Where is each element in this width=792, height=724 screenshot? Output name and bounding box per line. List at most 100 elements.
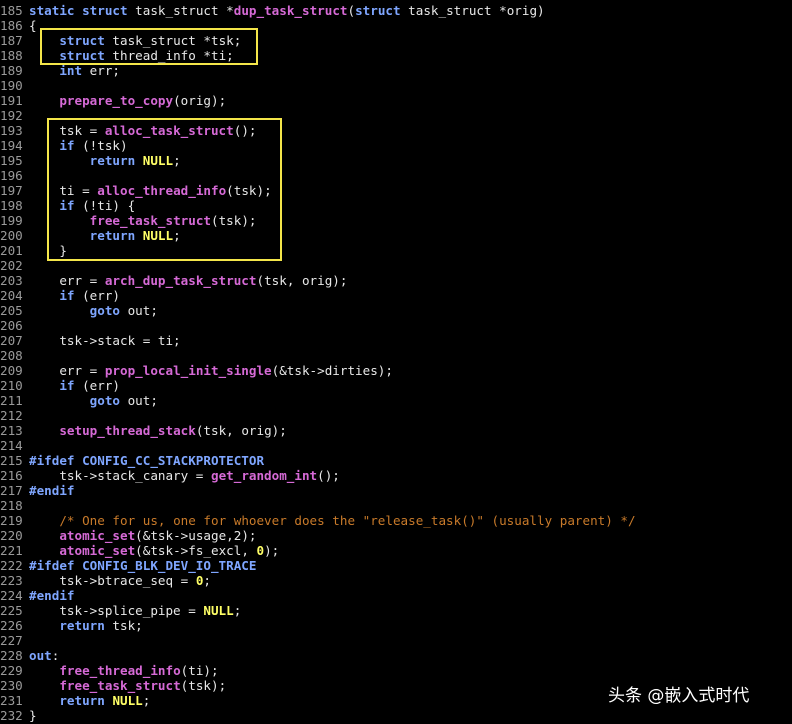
code-token: return [59,618,105,633]
code-token: { [29,18,37,33]
code-line: 207 tsk->stack = ti; [0,333,636,348]
line-number: 191 [0,93,23,108]
code-line: 225 tsk->splice_pipe = NULL; [0,603,636,618]
line-number: 201 [0,243,23,258]
code-editor[interactable]: 185 static struct task_struct *dup_task_s… [0,3,636,723]
line-number: 196 [0,168,23,183]
line-number: 230 [0,678,23,693]
code-line: 232} [0,708,636,723]
code-token: NULL [112,693,143,708]
code-token: #endif [29,588,75,603]
line-number: 199 [0,213,23,228]
code-token: (&tsk->fs_excl, [135,543,257,558]
code-line: 213 setup_thread_stack(tsk, orig); [0,423,636,438]
line-number: 221 [0,543,23,558]
code-token: prop_local_init_single [104,363,272,378]
code-line: 228 out: [0,648,636,663]
line-number: 202 [0,258,23,273]
line-number: 203 [0,273,23,288]
code-token: setup_thread_stack [59,423,196,438]
code-line: 190 [0,78,636,93]
line-number: 204 [0,288,23,303]
line-number: 205 [0,303,23,318]
code-token: tsk->btrace_seq = [29,573,196,588]
code-line: 221 atomic_set(&tsk->fs_excl, 0); [0,543,636,558]
line-number: 215 [0,453,23,468]
line-number: 225 [0,603,23,618]
line-number: 208 [0,348,23,363]
code-token: struct [82,3,128,18]
code-token: tsk->stack = ti; [29,333,181,348]
code-token: static [29,3,75,18]
code-token: tsk; [104,618,143,633]
code-token: err; [82,63,121,78]
line-number: 188 [0,48,23,63]
code-line: 231 return NULL; [0,693,636,708]
code-line: 206 [0,318,636,333]
line-number: 189 [0,63,23,78]
code-line: 208 [0,348,636,363]
line-number: 197 [0,183,23,198]
code-line: 191 prepare_to_copy(orig); [0,93,636,108]
code-token: ; [203,573,211,588]
code-line: 224 #endif [0,588,636,603]
code-token: out; [120,303,158,318]
code-token: get_random_int [210,468,318,483]
code-line: 212 [0,408,636,423]
code-token: return [59,693,105,708]
code-line: 220 atomic_set(&tsk->usage,2); [0,528,636,543]
line-number: 194 [0,138,23,153]
line-number: 232 [0,708,23,723]
code-token: ); [264,543,280,558]
code-token: /* One for us, one for whoever does the … [59,513,636,528]
highlight-box-allocation [47,118,282,261]
code-token: tsk->splice_pipe = [29,603,204,618]
code-token: out [29,648,52,663]
code-token: (tsk); [180,678,227,693]
code-token: task_struct * [127,3,234,18]
line-number: 210 [0,378,23,393]
line-number: 227 [0,633,23,648]
code-token: tsk->stack_canary = [29,468,211,483]
code-line: 215 #ifdef CONFIG_CC_STACKPROTECTOR [0,453,636,468]
code-line: 209 err = prop_local_init_single(&tsk->d… [0,363,636,378]
line-number: 228 [0,648,23,663]
line-number: 190 [0,78,23,93]
line-number: 206 [0,318,23,333]
code-token: 0 [256,543,265,558]
code-line: 205 goto out; [0,303,636,318]
line-number: 224 [0,588,23,603]
code-token: (tsk, orig); [256,273,348,288]
code-token: goto [89,393,121,408]
line-number: 222 [0,558,23,573]
code-token: free_thread_info [59,663,181,678]
code-token: : [51,648,60,663]
line-number: 214 [0,438,23,453]
code-line: 189 int err; [0,63,636,78]
code-token: struct [355,3,401,18]
line-number: 193 [0,123,23,138]
line-number: 207 [0,333,23,348]
code-line: 229 free_thread_info(ti); [0,663,636,678]
code-token: dup_task_struct [233,3,348,18]
line-number: 226 [0,618,23,633]
watermark: 头条 @嵌入式时代 [608,686,750,706]
code-token: } [29,708,37,723]
line-number: 209 [0,363,23,378]
code-token: ; [233,603,242,618]
line-number: 185 [0,3,23,18]
code-token: (tsk, orig); [195,423,287,438]
code-token: task_struct *orig) [400,3,545,18]
code-token: atomic_set [59,543,136,558]
code-line: 230 free_task_struct(tsk); [0,678,636,693]
code-token: (err) [74,288,121,303]
code-token: (&tsk->dirties); [271,363,393,378]
